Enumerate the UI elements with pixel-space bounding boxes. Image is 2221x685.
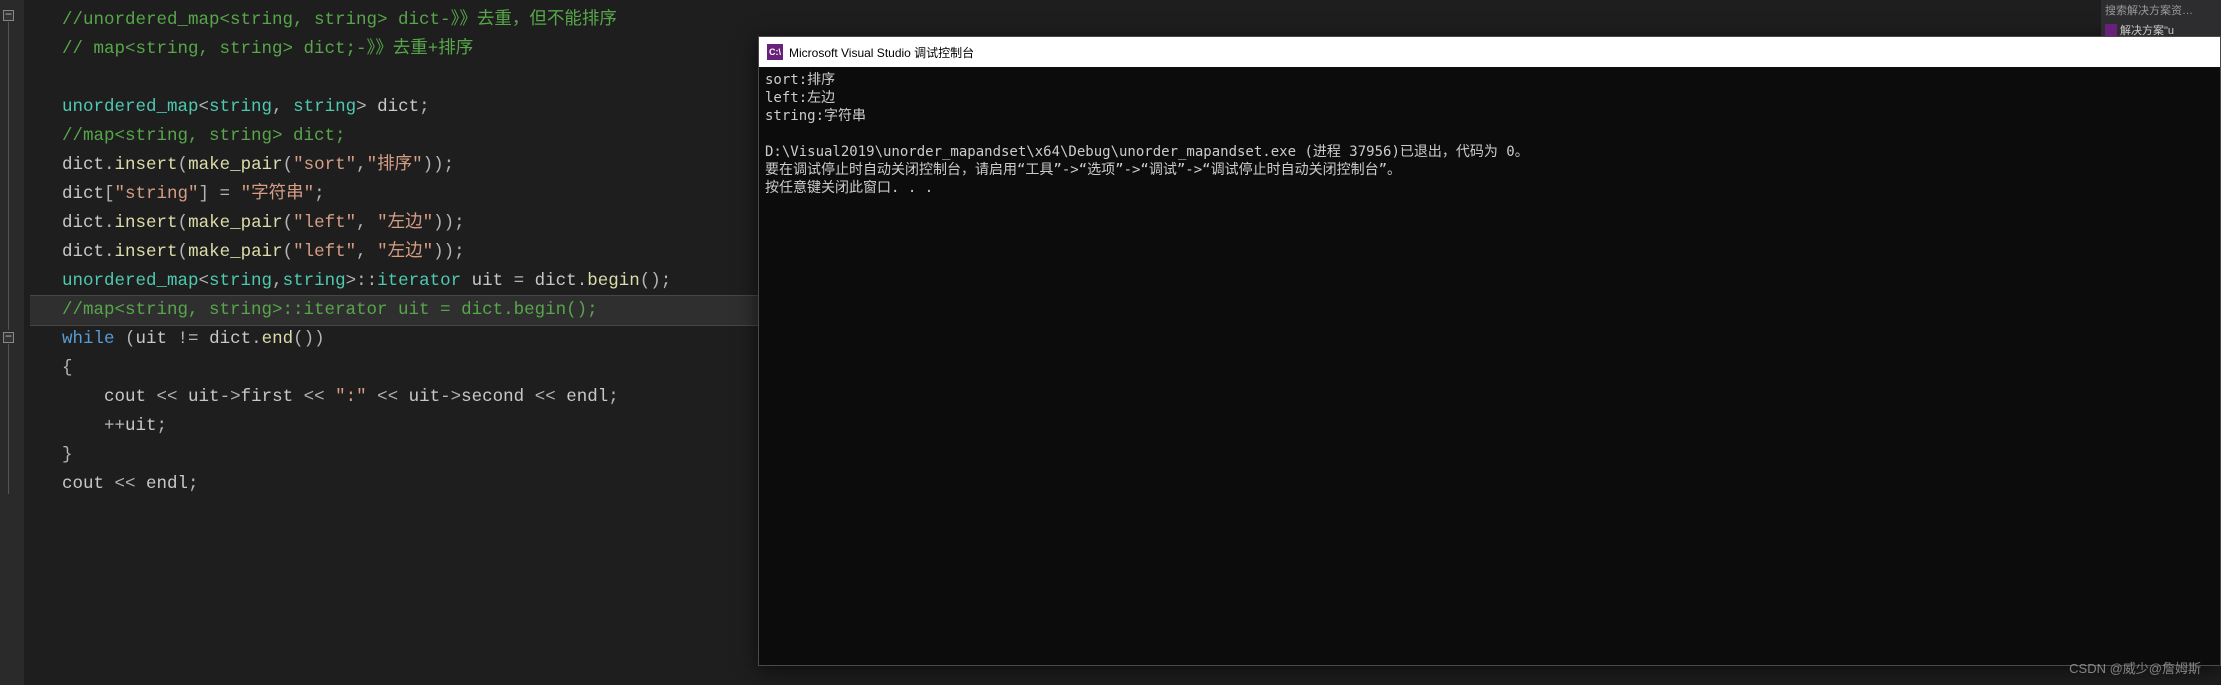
solution-explorer-panel[interactable]: 搜索解决方案资… 解决方案"u xyxy=(2101,0,2221,36)
solution-search-input[interactable]: 搜索解决方案资… xyxy=(2101,0,2221,20)
code-line[interactable]: while (uit != dict.end()) xyxy=(30,325,760,354)
solution-label: 解决方案"u xyxy=(2120,22,2174,38)
code-line[interactable]: ++uit; xyxy=(30,412,760,441)
code-line[interactable]: } xyxy=(30,441,760,470)
code-editor[interactable]: //unordered_map<string, string> dict-》》去… xyxy=(0,0,760,685)
code-line[interactable] xyxy=(30,64,760,93)
code-line[interactable]: //map<string, string> dict; xyxy=(30,122,760,151)
code-content[interactable]: //unordered_map<string, string> dict-》》去… xyxy=(0,6,760,499)
console-title: Microsoft Visual Studio 调试控制台 xyxy=(789,44,974,61)
code-line[interactable]: // map<string, string> dict;-》》去重+排序 xyxy=(30,35,760,64)
fold-toggle-icon[interactable] xyxy=(3,332,14,343)
solution-root-item[interactable]: 解决方案"u xyxy=(2101,20,2221,40)
code-line[interactable]: { xyxy=(30,354,760,383)
debug-console-window[interactable]: C:\ Microsoft Visual Studio 调试控制台 sort:排… xyxy=(758,36,2221,666)
code-line[interactable]: //unordered_map<string, string> dict-》》去… xyxy=(30,6,760,35)
solution-icon xyxy=(2105,24,2117,36)
fold-toggle-icon[interactable] xyxy=(3,10,14,21)
code-line[interactable]: //map<string, string>::iterator uit = di… xyxy=(30,295,760,326)
editor-gutter xyxy=(0,0,24,685)
vs-console-icon: C:\ xyxy=(767,44,783,60)
code-line[interactable]: cout << uit->first << ":" << uit->second… xyxy=(30,383,760,412)
code-line[interactable]: dict.insert(make_pair("sort","排序")); xyxy=(30,151,760,180)
code-line[interactable]: unordered_map<string,string>::iterator u… xyxy=(30,267,760,296)
console-titlebar[interactable]: C:\ Microsoft Visual Studio 调试控制台 xyxy=(759,37,2220,67)
code-line[interactable]: unordered_map<string, string> dict; xyxy=(30,93,760,122)
code-line[interactable]: dict.insert(make_pair("left", "左边")); xyxy=(30,238,760,267)
code-line[interactable]: dict.insert(make_pair("left", "左边")); xyxy=(30,209,760,238)
watermark-text: CSDN @威少@詹姆斯 xyxy=(2069,658,2201,677)
console-output: sort:排序 left:左边 string:字符串 D:\Visual2019… xyxy=(759,67,2220,201)
code-line[interactable]: dict["string"] = "字符串"; xyxy=(30,180,760,209)
code-line[interactable]: cout << endl; xyxy=(30,470,760,499)
